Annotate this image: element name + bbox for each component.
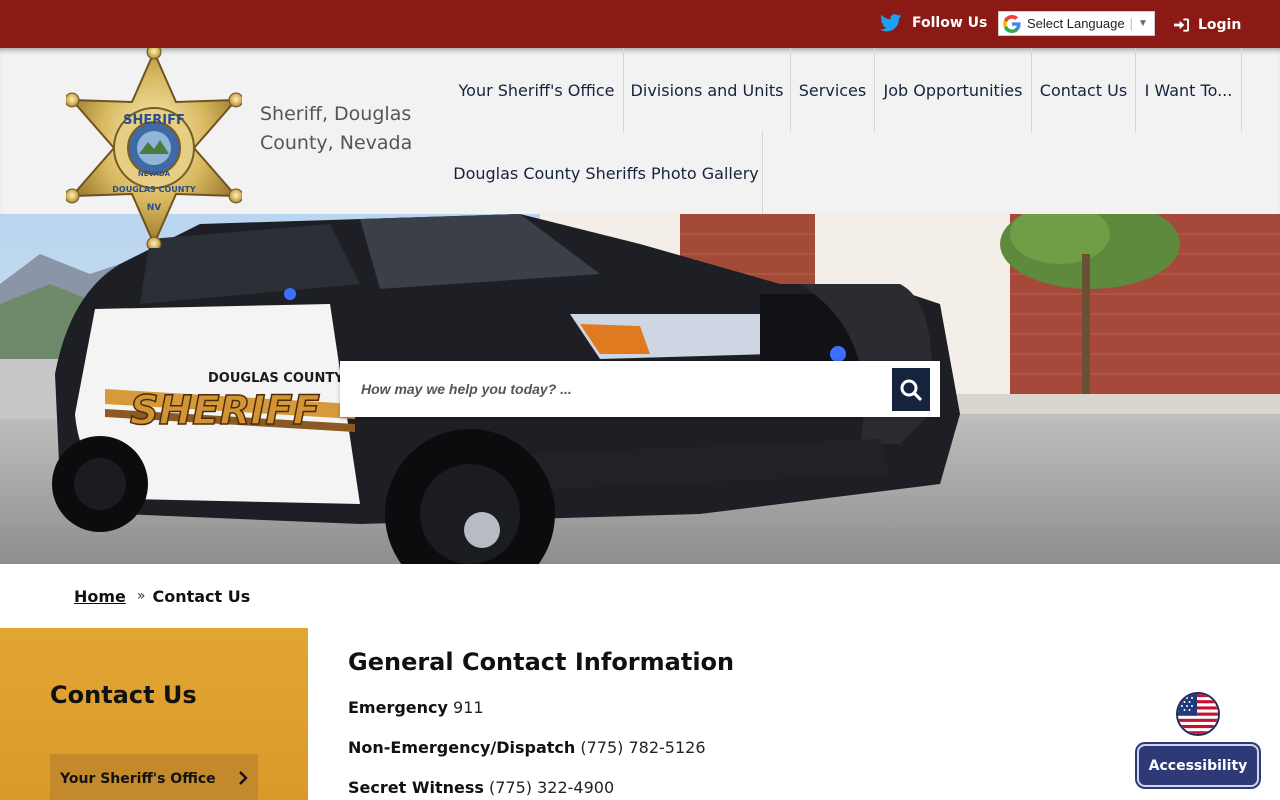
breadcrumb-separator: » [136,588,146,604]
contact-label: Non-Emergency/Dispatch [348,738,576,757]
sidebar-item-label: Your Sheriff's Office [60,771,216,787]
hero-banner: DOUGLAS COUNTY SHERIFF [0,214,1280,564]
contact-label: Emergency [348,698,448,717]
badge-sheriff-text: SHERIFF [123,113,185,128]
login-label: Login [1198,17,1242,33]
google-translate-icon [1003,14,1021,33]
nav-contact-us[interactable]: Contact Us [1032,48,1136,132]
badge-state-text: NEVADA [138,170,171,178]
contact-value[interactable]: 911 [453,698,484,717]
sidebar-title: Contact Us [50,681,197,709]
dropdown-arrow-icon: ▼ [1137,18,1148,29]
contact-non-emergency: Non-Emergency/Dispatch (775) 782-5126 [348,738,706,757]
nav-your-sheriffs-office[interactable]: Your Sheriff's Office [450,48,624,132]
badge-county-text: DOUGLAS COUNTY [112,185,196,194]
site-name-line2: County, Nevada [260,132,413,154]
site-name-line1: Sheriff, Douglas [260,103,412,125]
search-input[interactable] [340,361,888,417]
language-select[interactable]: Select Language | ▼ [998,11,1155,36]
accessibility-button[interactable]: Accessibility [1137,744,1259,787]
nav-services[interactable]: Services [791,48,875,132]
contact-emergency: Emergency 911 [348,698,484,717]
breadcrumb-current: Contact Us [152,586,251,606]
login-link[interactable]: Login [1174,13,1241,37]
top-bar: Follow Us Select Language | ▼ Login [0,0,1280,48]
language-flag-button[interactable] [1176,692,1220,736]
breadcrumb: Home » Contact Us [74,586,250,606]
contact-value[interactable]: (775) 782-5126 [580,738,705,757]
nav-photo-gallery[interactable]: Douglas County Sheriffs Photo Gallery [450,131,763,215]
nav-i-want-to[interactable]: I Want To... [1136,48,1242,132]
sheriff-badge-logo[interactable]: SHERIFF NEVADA DOUGLAS COUNTY NV [66,48,242,248]
search-button[interactable] [892,368,930,411]
breadcrumb-home-link[interactable]: Home [74,587,126,606]
vehicle-county-text: DOUGLAS COUNTY [208,371,344,386]
follow-us-label: Follow Us [912,15,988,31]
us-flag-icon [1178,694,1218,734]
language-select-label: Select Language [1027,16,1125,31]
search-icon [900,379,922,401]
badge-nv-text: NV [147,203,162,213]
contact-label: Secret Witness [348,778,484,797]
twitter-icon [880,14,902,32]
select-divider: | [1129,16,1133,31]
sidebar-item-your-sheriffs-office[interactable]: Your Sheriff's Office [50,754,258,800]
contact-secret-witness: Secret Witness (775) 322-4900 [348,778,614,797]
follow-us-link[interactable]: Follow Us [880,10,987,36]
vehicle-sheriff-text: SHERIFF [130,388,320,434]
sidebar: Contact Us Your Sheriff's Office [0,628,308,800]
page-title: General Contact Information [348,648,735,676]
nav-divisions-and-units[interactable]: Divisions and Units [624,48,791,132]
site-search [340,361,940,417]
login-icon [1174,18,1189,32]
site-name[interactable]: Sheriff, Douglas County, Nevada [260,100,440,158]
contact-value[interactable]: (775) 322-4900 [489,778,614,797]
chevron-right-icon [239,771,248,785]
nav-job-opportunities[interactable]: Job Opportunities [875,48,1032,132]
